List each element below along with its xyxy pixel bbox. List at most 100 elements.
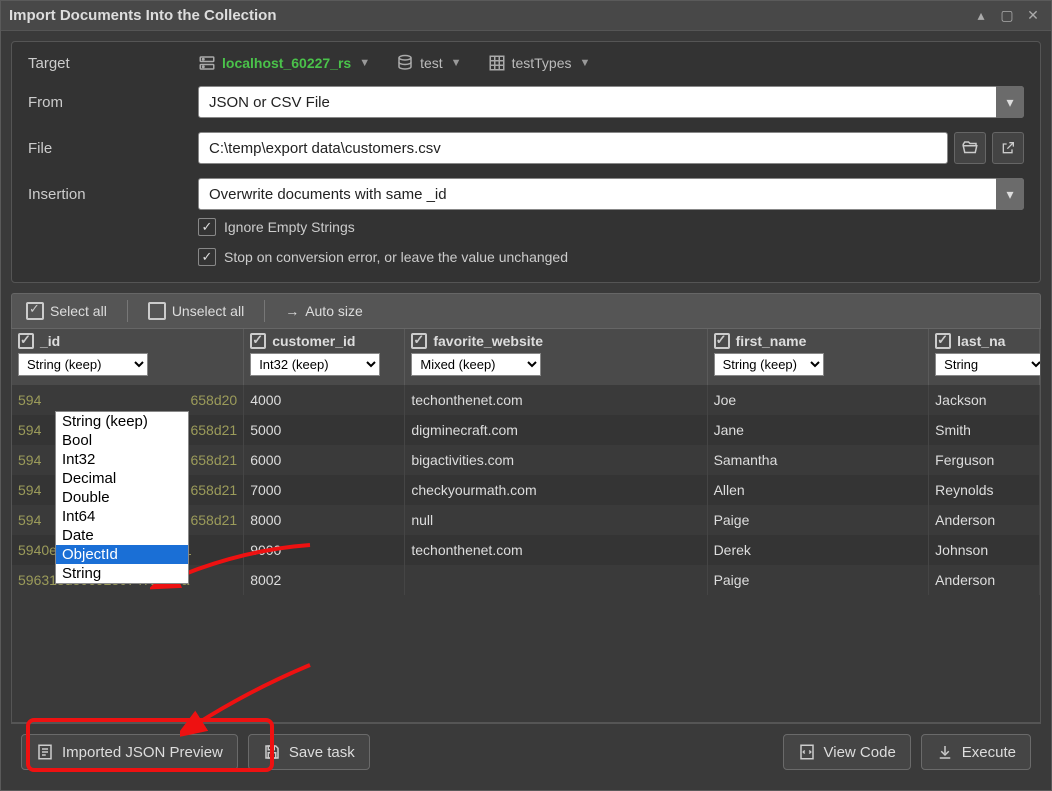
column-header: _idString (keep) [12, 329, 244, 385]
column-checkbox[interactable] [714, 333, 730, 349]
execute-button[interactable]: Execute [921, 734, 1031, 770]
column-name: favorite_website [433, 333, 543, 349]
cell-customer-id: 6000 [244, 445, 405, 475]
ignore-empty-checkbox[interactable] [198, 218, 216, 236]
target-label: Target [28, 55, 198, 72]
type-option[interactable]: Bool [56, 431, 188, 450]
insertion-select[interactable] [198, 178, 1024, 210]
cell-website: techonthenet.com [405, 535, 707, 565]
type-dropdown-list[interactable]: String (keep)BoolInt32DecimalDoubleInt64… [55, 411, 189, 584]
browse-file-button[interactable] [954, 132, 986, 164]
stop-on-error-checkbox[interactable] [198, 248, 216, 266]
cell-customer-id: 5000 [244, 415, 405, 445]
cell-website [405, 565, 707, 595]
arrow-right-icon: → [285, 303, 299, 319]
type-option[interactable]: Int64 [56, 507, 188, 526]
type-option[interactable]: Double [56, 488, 188, 507]
type-select[interactable]: Mixed (keep) [411, 353, 541, 376]
cell-customer-id: 8002 [244, 565, 405, 595]
cell-customer-id: 9000 [244, 535, 405, 565]
type-select[interactable]: String [935, 353, 1041, 376]
column-header: favorite_website Mixed (keep) [405, 329, 707, 385]
server-icon [198, 54, 216, 72]
type-select[interactable]: String (keep) [714, 353, 824, 376]
file-path-input[interactable] [198, 132, 948, 164]
insertion-label: Insertion [28, 186, 198, 203]
cell-customer-id: 8000 [244, 505, 405, 535]
from-label: From [28, 94, 198, 111]
cell-website: bigactivities.com [405, 445, 707, 475]
cell-last-name: Anderson [929, 505, 1040, 535]
column-header: customer_id Int32 (keep) [244, 329, 405, 385]
minimize-icon[interactable]: ▴ [971, 6, 991, 26]
cell-first-name: Allen [707, 475, 929, 505]
cell-last-name: Reynolds [929, 475, 1040, 505]
cell-first-name: Paige [707, 565, 929, 595]
from-dropdown-arrow[interactable]: ▾ [996, 86, 1024, 118]
select-all-button[interactable]: Select all [20, 300, 113, 322]
view-code-button[interactable]: View Code [783, 734, 911, 770]
column-checkbox[interactable] [18, 333, 34, 349]
maximize-icon[interactable]: ▢ [997, 6, 1017, 26]
chevron-down-icon: ▼ [451, 57, 462, 69]
cell-website: techonthenet.com [405, 385, 707, 415]
unselect-all-button[interactable]: Unselect all [142, 300, 250, 322]
target-database[interactable]: test ▼ [396, 54, 461, 72]
import-dialog: Import Documents Into the Collection ▴ ▢… [0, 0, 1052, 791]
chevron-down-icon: ▼ [579, 57, 590, 69]
json-preview-button[interactable]: Imported JSON Preview [21, 734, 238, 770]
cell-first-name: Derek [707, 535, 929, 565]
cell-first-name: Paige [707, 505, 929, 535]
column-name: first_name [736, 333, 807, 349]
cell-customer-id: 4000 [244, 385, 405, 415]
stop-on-error-label: Stop on conversion error, or leave the v… [224, 249, 568, 265]
column-checkbox[interactable] [411, 333, 427, 349]
column-checkbox[interactable] [250, 333, 266, 349]
grid-toolbar: Select all Unselect all → Auto size [11, 293, 1041, 329]
window-title: Import Documents Into the Collection [9, 7, 965, 24]
cell-last-name: Johnson [929, 535, 1040, 565]
type-option[interactable]: String (keep) [56, 412, 188, 431]
type-option[interactable]: ObjectId [56, 545, 188, 564]
type-option[interactable]: Decimal [56, 469, 188, 488]
column-checkbox[interactable] [935, 333, 951, 349]
auto-size-button[interactable]: → Auto size [279, 301, 369, 321]
download-icon [936, 743, 954, 761]
target-collection[interactable]: testTypes ▼ [488, 54, 591, 72]
code-icon [798, 743, 816, 761]
column-header: last_na String [929, 329, 1040, 385]
footer: Imported JSON Preview Save task View Cod… [11, 723, 1041, 780]
database-icon [396, 54, 414, 72]
cell-first-name: Samantha [707, 445, 929, 475]
cell-website: null [405, 505, 707, 535]
cell-first-name: Jane [707, 415, 929, 445]
type-option[interactable]: Int32 [56, 450, 188, 469]
open-external-button[interactable] [992, 132, 1024, 164]
type-select[interactable]: String (keep) [18, 353, 148, 376]
uncheck-icon [148, 302, 166, 320]
cell-last-name: Jackson [929, 385, 1040, 415]
column-name: last_na [957, 333, 1005, 349]
folder-open-icon [961, 139, 979, 157]
cell-first-name: Joe [707, 385, 929, 415]
close-icon[interactable]: ✕ [1023, 6, 1043, 26]
titlebar: Import Documents Into the Collection ▴ ▢… [1, 1, 1051, 31]
external-link-icon [1000, 140, 1016, 156]
cell-last-name: Ferguson [929, 445, 1040, 475]
save-task-button[interactable]: Save task [248, 734, 370, 770]
ignore-empty-label: Ignore Empty Strings [224, 219, 355, 235]
form-panel: Target localhost_60227_rs ▼ test ▼ te [11, 41, 1041, 283]
cell-website: digminecraft.com [405, 415, 707, 445]
type-select[interactable]: Int32 (keep) [250, 353, 380, 376]
from-select[interactable] [198, 86, 1024, 118]
type-option[interactable]: String [56, 564, 188, 583]
document-icon [36, 743, 54, 761]
file-label: File [28, 140, 198, 157]
grid-icon [488, 54, 506, 72]
target-connection[interactable]: localhost_60227_rs ▼ [198, 54, 370, 72]
type-option[interactable]: Date [56, 526, 188, 545]
insertion-dropdown-arrow[interactable]: ▾ [996, 178, 1024, 210]
cell-last-name: Smith [929, 415, 1040, 445]
column-name: customer_id [272, 333, 355, 349]
cell-website: checkyourmath.com [405, 475, 707, 505]
